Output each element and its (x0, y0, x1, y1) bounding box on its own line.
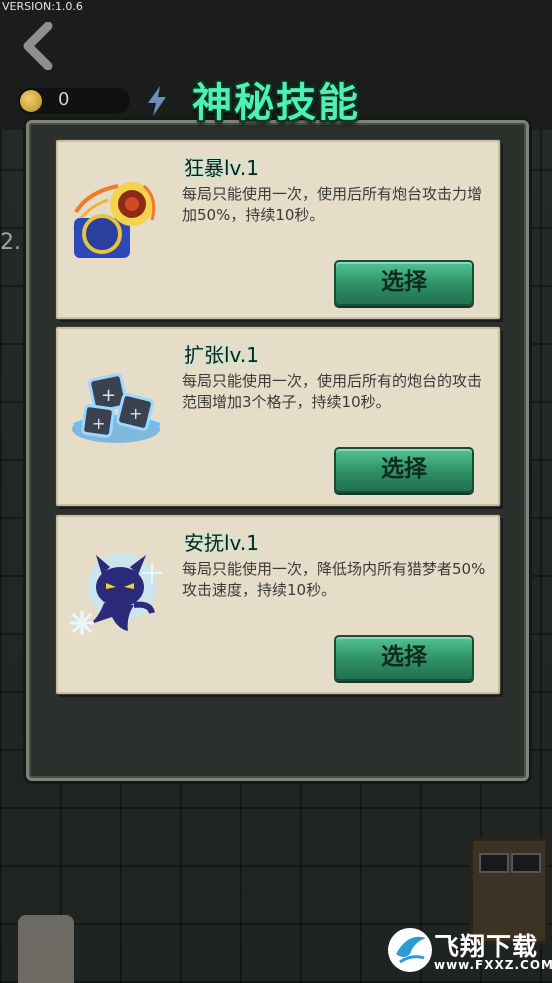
watermark-url: www.FXXZ.COM (434, 958, 552, 972)
select-button-rage[interactable]: 选择 (334, 260, 474, 306)
skill-description: 每局只能使用一次，降低场内所有猎梦者50%攻击速度，持续10秒。 (182, 560, 486, 599)
select-button-soothe[interactable]: 选择 (334, 635, 474, 681)
background-object (18, 915, 74, 983)
skill-name: 扩张lv.1 (184, 343, 259, 367)
coin-count: 0 (58, 89, 70, 110)
svg-text:+: + (129, 404, 142, 423)
expand-blocks-icon: + + + (72, 373, 161, 443)
rage-cannon-icon (72, 182, 156, 258)
skill-card-expand: + + + 扩张lv.1 每局只能使用一次，使用后所有的炮台的攻击范围增加3个格… (56, 327, 500, 506)
panel-title: 神秘技能 (192, 80, 360, 126)
skill-card-rage: 狂暴lv.1 每局只能使用一次，使用后所有炮台攻击力增加50%，持续10秒。 选… (56, 140, 500, 319)
skill-name: 狂暴lv.1 (184, 156, 259, 180)
skill-name: 安抚lv.1 (184, 531, 259, 555)
version-label: VERSION:1.0.6 (2, 0, 83, 13)
skill-card-soothe: 安抚lv.1 每局只能使用一次，降低场内所有猎梦者50%攻击速度，持续10秒。 … (56, 515, 500, 694)
svg-text:+: + (101, 385, 116, 406)
svg-text:+: + (92, 414, 105, 433)
frost-demon-icon (70, 553, 162, 635)
coin-icon (20, 90, 42, 112)
lightning-icon (148, 86, 166, 116)
skill-description: 每局只能使用一次，使用后所有炮台攻击力增加50%，持续10秒。 (182, 185, 483, 224)
skill-description: 每局只能使用一次，使用后所有的炮台的攻击范围增加3个格子，持续10秒。 (182, 372, 483, 411)
select-button-expand[interactable]: 选择 (334, 447, 474, 493)
back-arrow-icon[interactable] (18, 22, 58, 70)
